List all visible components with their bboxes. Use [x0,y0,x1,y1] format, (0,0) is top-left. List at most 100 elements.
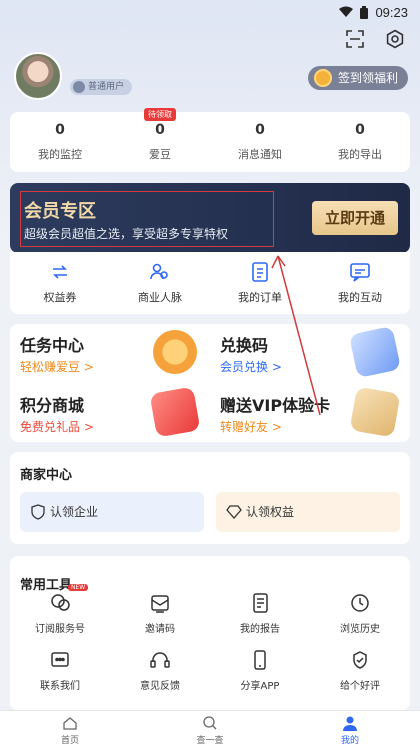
feedback-icon [150,652,170,668]
share-icon [254,650,266,670]
tool-label: 浏览历史 [340,624,380,635]
battery-icon [360,5,369,19]
status-bar: 09:23 [0,0,420,24]
shortcut-row: 权益券 商业人脉 我的订单 我的互动 [10,252,410,314]
tab-mine[interactable]: 我的 [280,711,420,750]
stat-value: 0 [255,122,265,138]
stat-label: 消息通知 [238,148,282,161]
shortcut-label: 我的互动 [338,291,382,304]
annotation-box [20,191,274,247]
coin-stack-icon [153,330,197,374]
red-packet-icon [149,386,201,438]
points-mall[interactable]: 积分商城 免费兑礼品 > [10,384,205,440]
tab-search[interactable]: 查一查 [140,711,280,750]
search-icon [203,716,217,730]
claim-company-button[interactable]: 认领企业 [20,492,204,532]
stat-monitor[interactable]: 0 我的监控 [10,112,110,172]
new-tag: NEW [68,584,89,591]
tool-label: 意见反馈 [140,681,180,692]
shortcut-coupons[interactable]: 权益券 [10,252,110,314]
tool-report[interactable]: 我的报告 [210,592,310,635]
merchant-center: 商家中心 认领企业 认领权益 [10,452,410,544]
tool-rate[interactable]: 给个好评 [310,649,410,692]
stat-value: 0 [55,122,65,138]
shortcut-label: 商业人脉 [138,291,182,304]
stat-label: 爱豆 [149,148,171,161]
stat-value: 0 [355,122,365,138]
stat-value: 0 [155,122,165,138]
tab-label: 我的 [340,736,359,746]
shortcut-label: 我的订单 [238,291,282,304]
order-icon [252,262,268,282]
pending-tag: 待领取 [144,108,176,121]
tasks-card: 任务中心 轻松赚爱豆 > 兑换码 会员兑换 > 积分商城 免费兑礼品 > 赠送V… [10,324,410,442]
claim-company-label: 认领企业 [50,505,99,519]
chat-icon [350,263,370,282]
claim-rights-button[interactable]: 认领权益 [216,492,400,532]
task-subtitle: 轻松赚爱豆 > [20,360,94,374]
task-subtitle: 会员兑换 > [220,360,282,374]
signin-button[interactable]: 签到领福利 [307,66,408,90]
tool-contact[interactable]: 联系我们 [10,649,110,692]
task-title: 赠送VIP体验卡 [220,396,331,415]
stat-label: 我的监控 [38,148,82,161]
tool-label: 联系我们 [40,681,80,692]
redeem-code[interactable]: 兑换码 会员兑换 > [210,324,405,380]
tools-title: 常用工具 [20,578,73,593]
bottom-tab-bar: 首页 查一查 我的 [0,710,420,750]
wifi-icon [339,6,354,17]
vip-card-icon [349,386,401,438]
exchange-card-icon [348,325,402,379]
shield-icon [31,504,45,520]
stat-label: 我的导出 [338,148,382,161]
settings-icon[interactable] [384,28,406,50]
tool-history[interactable]: 浏览历史 [310,592,410,635]
tool-label: 订阅服务号 [35,624,85,635]
tool-share[interactable]: 分享APP [210,649,310,692]
diamond-icon [226,505,242,519]
task-title: 积分商城 [20,396,85,415]
user-icon [343,716,357,731]
rate-icon [353,651,367,669]
shortcut-label: 权益券 [43,291,77,304]
tool-invite[interactable]: 邀请码 [110,592,210,635]
task-subtitle: 转赠好友 > [220,420,282,434]
invite-icon [151,595,169,613]
signin-label: 签到领福利 [337,71,398,85]
gift-vip-card[interactable]: 赠送VIP体验卡 转赠好友 > [210,384,405,440]
stat-aidou[interactable]: 待领取 0 爱豆 [110,108,210,172]
tool-feedback[interactable]: 意见反馈 [110,649,210,692]
stat-exports[interactable]: 0 我的导出 [310,112,410,172]
people-icon [150,263,168,280]
tab-label: 首页 [60,736,79,746]
tab-home[interactable]: 首页 [0,711,140,750]
task-title: 兑换码 [220,336,269,355]
tab-label: 查一查 [196,736,224,746]
shortcut-orders[interactable]: 我的订单 [210,252,310,314]
vip-banner[interactable]: 会员专区 超级会员超值之选，享受超多专享特权 立即开通 [10,183,410,253]
claim-rights-label: 认领权益 [246,505,295,519]
report-icon [253,593,268,613]
scan-icon[interactable] [344,28,366,50]
tool-subscribe[interactable]: NEW 订阅服务号 [10,584,110,635]
stats-card: 0 我的监控 待领取 0 爱豆 0 消息通知 0 我的导出 [10,108,410,172]
tool-label: 分享APP [240,681,280,692]
shortcut-contacts[interactable]: 商业人脉 [110,252,210,314]
task-subtitle: 免费兑礼品 > [20,420,94,434]
tools-card: 常用工具 NEW 订阅服务号 邀请码 我的报告 浏览历史 联系我们 意见反馈 分… [10,556,410,710]
tool-label: 给个好评 [340,681,380,692]
status-time: 09:23 [375,4,408,20]
level-icon [73,81,85,93]
task-title: 任务中心 [20,336,85,355]
ticket-icon [53,265,67,279]
user-level-badge: 普通用户 [70,79,133,95]
home-icon [63,717,77,730]
shortcut-interactions[interactable]: 我的互动 [310,252,410,314]
tool-label: 邀请码 [145,624,175,635]
vip-open-button[interactable]: 立即开通 [312,201,398,235]
stat-messages[interactable]: 0 消息通知 [210,112,310,172]
merchant-title: 商家中心 [20,468,73,483]
contact-icon [51,652,69,667]
avatar[interactable] [14,52,62,100]
task-center[interactable]: 任务中心 轻松赚爱豆 > [10,324,205,380]
